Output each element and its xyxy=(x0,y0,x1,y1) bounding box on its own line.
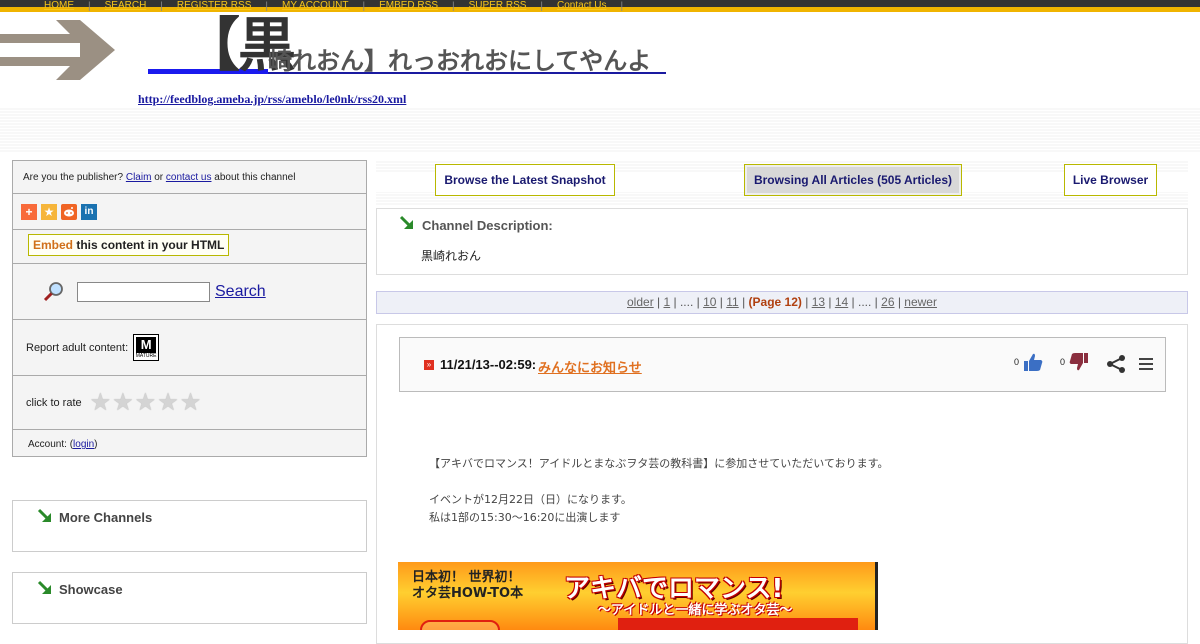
article-header: » 11/21/13--02:59: みんなにお知らせ 0 0 xyxy=(399,337,1166,392)
claim-row: Are you the publisher? Claim or contact … xyxy=(13,161,366,194)
star-icon-2[interactable]: ★ xyxy=(112,390,134,415)
tab-all-articles[interactable]: Browsing All Articles (505 Articles) xyxy=(744,164,962,196)
green-arrow-icon xyxy=(37,508,51,522)
star-icon-1[interactable]: ★ xyxy=(90,390,112,415)
big-arrow-icon xyxy=(0,20,115,80)
tab-latest-snapshot[interactable]: Browse the Latest Snapshot xyxy=(435,164,615,196)
report-adult-row: Report adult content: M MATURE xyxy=(13,320,366,376)
banner-line2: オタ芸HOW-TO本 xyxy=(412,586,524,601)
feed-url-link[interactable]: http://feedblog.ameba.jp/rss/ameblo/le0n… xyxy=(138,92,406,107)
banner-subline: ～アイドルと一緒に学ぶオタ芸～ xyxy=(598,603,793,618)
nav-search[interactable]: SEARCH xyxy=(91,0,161,12)
search-button[interactable]: Search xyxy=(215,283,266,301)
claim-or: or xyxy=(154,172,164,183)
menu-icon[interactable] xyxy=(1139,357,1153,371)
search-row: Search xyxy=(13,264,366,320)
browse-tabs: Browse the Latest Snapshot Browsing All … xyxy=(376,160,1188,205)
search-input[interactable] xyxy=(77,281,210,302)
embed-word: Embed xyxy=(33,238,74,252)
pager-ellipsis: .... xyxy=(679,295,694,309)
nav-embed-rss[interactable]: EMBED RSS xyxy=(365,0,452,12)
embed-row: Embed this content in your HTML xyxy=(13,230,366,264)
showcase-box[interactable]: Showcase xyxy=(12,572,367,624)
pager-page-1[interactable]: 1 xyxy=(663,295,670,309)
green-arrow-icon xyxy=(399,215,413,229)
more-channels-label: More Channels xyxy=(59,510,153,525)
article-date: 11/21/13--02:59: xyxy=(440,357,537,372)
nav-home[interactable]: HOME xyxy=(30,0,88,12)
account-suffix: ) xyxy=(94,439,98,450)
channel-title-rest: 崎れおん】れっおれおにしてやんよ xyxy=(268,47,652,75)
star-icon-5[interactable]: ★ xyxy=(180,390,202,415)
add-plus-icon[interactable]: + xyxy=(21,203,37,220)
channel-description: Channel Description: 黒崎れおん xyxy=(376,208,1188,275)
showcase-label: Showcase xyxy=(59,582,123,597)
claim-link[interactable]: Claim xyxy=(126,172,152,183)
article-title-link[interactable]: みんなにお知らせ xyxy=(538,357,642,376)
embed-content-button[interactable]: Embed this content in your HTML xyxy=(28,234,230,256)
pager-newer[interactable]: newer xyxy=(904,295,937,309)
description-title: Channel Description: xyxy=(422,218,553,233)
magnifier-icon xyxy=(43,281,63,301)
mature-badge-letter: M xyxy=(136,336,157,353)
tab-live-browser[interactable]: Live Browser xyxy=(1064,164,1157,196)
mature-badge-sub: MATURE xyxy=(135,352,157,359)
pager-page-13[interactable]: 13 xyxy=(812,295,825,309)
green-arrow-icon xyxy=(37,580,51,594)
star-icon-4[interactable]: ★ xyxy=(157,390,179,415)
account-row: Account: (login) xyxy=(13,430,366,456)
star-rating: ★ ★ ★ ★ ★ xyxy=(90,390,202,415)
banner-tagline: 日本初！ 世界初！ オタ芸HOW-TO本 xyxy=(412,570,523,602)
dislike-control[interactable]: 0 xyxy=(1060,352,1089,372)
pager-current: (Page 12) xyxy=(748,295,802,309)
mature-badge-button[interactable]: M MATURE xyxy=(133,334,160,361)
rate-label: click to rate xyxy=(26,396,82,409)
embed-rest: this content in your HTML xyxy=(76,238,225,252)
pager-page-14[interactable]: 14 xyxy=(835,295,848,309)
pagination: older | 1 | .... | 10 | 11 | (Page 12) |… xyxy=(376,291,1188,314)
description-text: 黒崎れおん xyxy=(421,249,482,263)
top-nav: HOME | SEARCH | REGISTER RSS | MY ACCOUNT | … xyxy=(0,0,1200,12)
pager-page-11[interactable]: 11 xyxy=(726,295,738,309)
linkedin-icon[interactable]: in xyxy=(81,203,97,220)
like-control[interactable]: 0 xyxy=(1014,352,1043,372)
thumbs-up-icon xyxy=(1024,353,1043,371)
sidebar-panel: Are you the publisher? Claim or contact … xyxy=(12,160,367,457)
top-nav-links: HOME | SEARCH | REGISTER RSS | MY ACCOUNT | … xyxy=(30,0,623,12)
contact-us-link[interactable]: contact us xyxy=(166,172,212,183)
account-prefix: Account: ( xyxy=(28,439,74,450)
reddit-icon[interactable] xyxy=(61,203,77,220)
rating-row: click to rate ★ ★ ★ ★ ★ xyxy=(13,376,366,430)
thumbs-down-icon xyxy=(1069,353,1089,371)
like-count: 0 xyxy=(1014,357,1020,367)
star-icon-3[interactable]: ★ xyxy=(135,390,157,415)
banner-line1: 日本初！ 世界初！ xyxy=(412,570,521,585)
expand-icon[interactable]: » xyxy=(424,360,434,370)
article-banner-image: 日本初！ 世界初！ オタ芸HOW-TO本 アキバでロマンス! ～アイドルと一緒に… xyxy=(398,562,878,630)
article-paragraph: イベントが12月22日（日）になります。 xyxy=(429,493,632,506)
pager-ellipsis: .... xyxy=(858,295,872,309)
pager-page-10[interactable]: 10 xyxy=(703,295,716,309)
channel-header: 【黒 崎れおん】れっおれおにしてやんよ http://feedblog.ameb… xyxy=(0,13,1200,152)
nav-sep: | xyxy=(620,0,624,12)
channel-title-link[interactable]: 【黒 崎れおん】れっおれおにしてやんよ xyxy=(148,13,666,77)
article-body: 【アキバでロマンス！アイドルとまなぶヲタ芸の教科書】に参加させていただいておりま… xyxy=(429,455,888,545)
banner-date-bubble xyxy=(420,620,500,630)
pager-older[interactable]: older xyxy=(627,295,654,309)
login-link[interactable]: login xyxy=(73,439,94,450)
nav-contact-us[interactable]: Contact Us xyxy=(543,0,620,12)
nav-super-rss[interactable]: SUPER RSS xyxy=(455,0,541,12)
social-share-row: + ★ in xyxy=(13,194,366,230)
favorite-star-icon[interactable]: ★ xyxy=(41,203,57,220)
article-paragraph: 【アキバでロマンス！アイドルとまなぶヲタ芸の教科書】に参加させていただいておりま… xyxy=(429,457,889,470)
more-channels-box[interactable]: More Channels xyxy=(12,500,367,552)
report-adult-label: Report adult content: xyxy=(26,341,129,354)
claim-prefix: Are you the publisher? xyxy=(23,172,124,183)
banner-red-strip xyxy=(618,618,858,630)
article-paragraph: 私は1部の15:30～16:20に出演します xyxy=(429,511,621,524)
pager-page-26[interactable]: 26 xyxy=(881,295,894,309)
share-icon[interactable] xyxy=(1106,354,1126,374)
claim-suffix: about this channel xyxy=(214,172,296,183)
dislike-count: 0 xyxy=(1060,357,1066,367)
